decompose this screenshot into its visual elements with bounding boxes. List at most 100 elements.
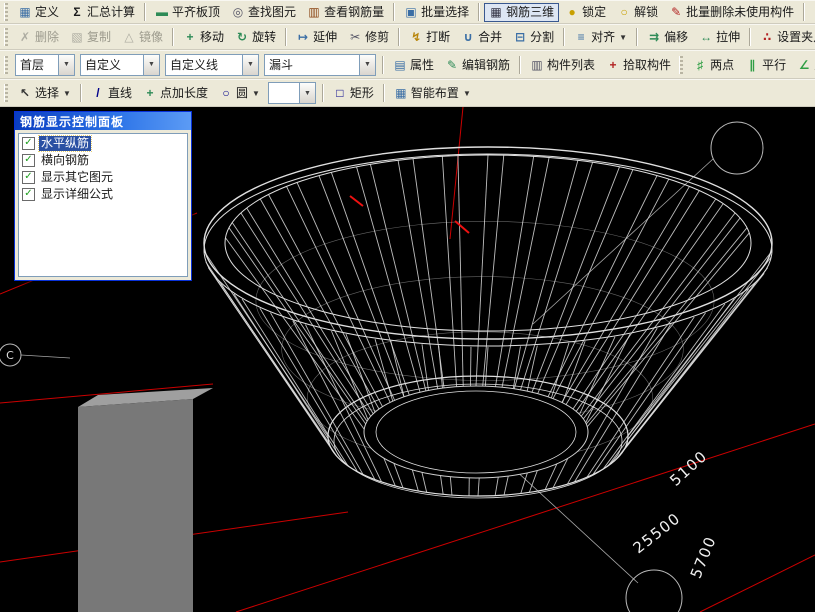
extend-label: 延伸 xyxy=(313,30,337,44)
summary-calc-button[interactable]: Σ汇总计算 xyxy=(65,3,140,22)
floor-selector-combobox[interactable]: 首层▼ xyxy=(15,54,75,76)
checkbox[interactable]: ✓ xyxy=(22,171,35,184)
funnel-wireframe xyxy=(242,299,348,466)
circle-tool-button[interactable]: ○圆▼ xyxy=(214,84,265,103)
category-selector-combobox[interactable]: 自定义▼ xyxy=(80,54,160,76)
view-rebar-quantity-button[interactable]: ▥查看钢筋量 xyxy=(302,3,389,22)
two-points-button[interactable]: ♯两点 xyxy=(688,55,739,74)
list-item[interactable]: ✓显示其它图元 xyxy=(20,169,186,186)
funnel-wireframe xyxy=(502,157,549,387)
funnel-wireframe xyxy=(576,204,723,412)
draw-mode-selector-combobox[interactable]: ▼ xyxy=(268,82,316,104)
line-tool-button[interactable]: /直线 xyxy=(86,84,137,103)
unlock-button[interactable]: ○解锁 xyxy=(612,3,663,22)
wall-element-front xyxy=(78,399,193,612)
smart-layout-icon: ▦ xyxy=(394,86,408,100)
toolbar-separator xyxy=(478,3,480,21)
define-icon: ▦ xyxy=(18,5,32,19)
merge-label: 合并 xyxy=(478,30,502,44)
batch-select-label: 批量选择 xyxy=(421,5,469,19)
flush-slab-top-button[interactable]: ▬平齐板顶 xyxy=(150,3,225,22)
point-angle-button[interactable]: ∠点角 xyxy=(792,55,815,74)
parallel-button[interactable]: ∥平行 xyxy=(740,55,791,74)
chevron-down-icon: ▼ xyxy=(619,33,627,42)
lock-button[interactable]: ●锁定 xyxy=(560,3,611,22)
panel-body: ✓水平纵筋✓横向钢筋✓显示其它图元✓显示详细公式 xyxy=(15,130,191,280)
align-button[interactable]: ≡对齐▼ xyxy=(569,28,632,47)
merge-icon: ∪ xyxy=(461,30,475,44)
parallel-label: 平行 xyxy=(762,58,786,72)
batch-delete-unused-button[interactable]: ✎批量删除未使用构件 xyxy=(664,3,799,22)
toolbar-edit: ✗删除▧复制△镜像+移动↻旋转↦延伸✂修剪↯打断∪合并⊟分割≡对齐▼⇉偏移↔拉伸… xyxy=(0,24,815,50)
rebar-3d-button[interactable]: ▦钢筋三维 xyxy=(484,3,559,22)
break-button[interactable]: ↯打断 xyxy=(404,28,455,47)
rebar-3d-icon: ▦ xyxy=(489,5,503,19)
three-d-button[interactable]: ▧三维 xyxy=(809,3,815,22)
break-icon: ↯ xyxy=(409,30,423,44)
find-element-label: 查找图元 xyxy=(248,5,296,19)
toolbar-component: 首层▼自定义▼自定义线▼漏斗▼ ▤属性✎编辑钢筋 ▥构件列表+拾取构件 ♯两点∥平行∠… xyxy=(0,50,815,79)
rebar-display-options-list: ✓水平纵筋✓横向钢筋✓显示其它图元✓显示详细公式 xyxy=(18,133,188,277)
funnel-wireframe xyxy=(260,199,379,409)
rectangle-tool-button[interactable]: □矩形 xyxy=(328,84,379,103)
toolbar-grip[interactable] xyxy=(4,56,8,74)
toolbar-separator xyxy=(749,28,751,46)
pick-component-button[interactable]: +拾取构件 xyxy=(601,55,676,74)
edit-rebar-button[interactable]: ✎编辑钢筋 xyxy=(440,55,515,74)
batch-delete-unused-icon: ✎ xyxy=(669,5,683,19)
select-button[interactable]: ↖选择▼ xyxy=(13,84,76,103)
checkbox[interactable]: ✓ xyxy=(22,137,35,150)
define-label: 定义 xyxy=(35,5,59,19)
drawing-viewport[interactable]: C5100255005700 钢筋显示控制面板 ✓水平纵筋✓横向钢筋✓显示其它图… xyxy=(0,107,815,612)
point-plus-length-button[interactable]: +点加长度 xyxy=(138,84,213,103)
chevron-down-icon[interactable]: ▼ xyxy=(359,55,375,75)
offset-button[interactable]: ⇉偏移 xyxy=(642,28,693,47)
selection-mark xyxy=(455,221,469,233)
define-button[interactable]: ▦定义 xyxy=(13,3,64,22)
split-button[interactable]: ⊟分割 xyxy=(508,28,559,47)
chevron-down-icon[interactable]: ▼ xyxy=(242,55,258,75)
list-item[interactable]: ✓显示详细公式 xyxy=(20,186,186,203)
unlock-icon: ○ xyxy=(617,5,631,19)
list-item[interactable]: ✓水平纵筋 xyxy=(20,135,186,152)
line-type-selector-combobox[interactable]: 自定义线▼ xyxy=(165,54,259,76)
merge-button[interactable]: ∪合并 xyxy=(456,28,507,47)
list-item[interactable]: ✓横向钢筋 xyxy=(20,152,186,169)
component-list-icon: ▥ xyxy=(530,58,544,72)
checkbox[interactable]: ✓ xyxy=(22,188,35,201)
trim-button[interactable]: ✂修剪 xyxy=(343,28,394,47)
toolbar-separator xyxy=(172,28,174,46)
copy-button[interactable]: ▧复制 xyxy=(65,28,116,47)
toolbar-grip[interactable] xyxy=(679,56,683,74)
component-list-button[interactable]: ▥构件列表 xyxy=(525,55,600,74)
reference-circle xyxy=(711,122,763,174)
set-grips-button[interactable]: ∴设置夹点 xyxy=(755,28,815,47)
two-points-label: 两点 xyxy=(710,58,734,72)
properties-label: 属性 xyxy=(410,58,434,72)
component-selector-combobox[interactable]: 漏斗▼ xyxy=(264,54,376,76)
toolbar-grip[interactable] xyxy=(4,3,8,21)
find-element-icon: ◎ xyxy=(231,5,245,19)
chevron-down-icon[interactable]: ▼ xyxy=(143,55,159,75)
toolbar-grip[interactable] xyxy=(4,28,8,46)
delete-button[interactable]: ✗删除 xyxy=(13,28,64,47)
move-label: 移动 xyxy=(200,30,224,44)
checkbox[interactable]: ✓ xyxy=(22,154,35,167)
break-label: 打断 xyxy=(426,30,450,44)
toolbar-grip[interactable] xyxy=(4,84,8,102)
smart-layout-button[interactable]: ▦智能布置▼ xyxy=(389,84,476,103)
batch-select-button[interactable]: ▣批量选择 xyxy=(399,3,474,22)
extend-button[interactable]: ↦延伸 xyxy=(291,28,342,47)
offset-label: 偏移 xyxy=(664,30,688,44)
properties-button[interactable]: ▤属性 xyxy=(388,55,439,74)
rotate-button[interactable]: ↻旋转 xyxy=(230,28,281,47)
chevron-down-icon[interactable]: ▼ xyxy=(299,83,315,103)
move-button[interactable]: +移动 xyxy=(178,28,229,47)
stretch-button[interactable]: ↔拉伸 xyxy=(694,28,745,47)
funnel-wireframe xyxy=(581,213,735,416)
panel-title-bar[interactable]: 钢筋显示控制面板 xyxy=(15,112,191,130)
mirror-button[interactable]: △镜像 xyxy=(117,28,168,47)
chevron-down-icon[interactable]: ▼ xyxy=(58,55,74,75)
find-element-button[interactable]: ◎查找图元 xyxy=(226,3,301,22)
funnel-wireframe xyxy=(287,186,391,402)
